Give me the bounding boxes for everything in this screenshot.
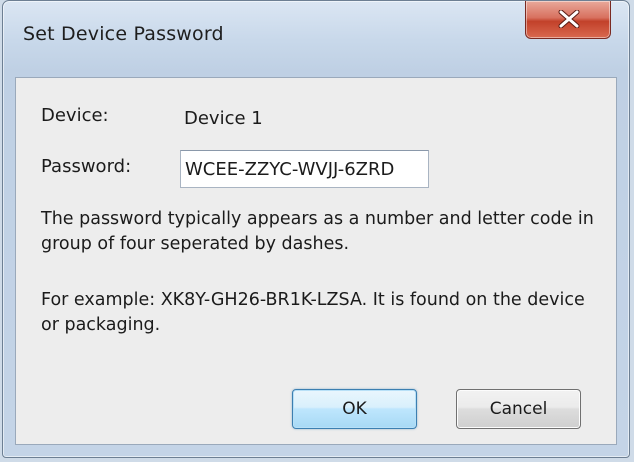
close-button[interactable] (525, 1, 611, 39)
ok-button[interactable]: OK (292, 389, 417, 429)
close-icon (558, 10, 580, 28)
password-input[interactable] (180, 150, 429, 188)
password-label: Password: (41, 156, 132, 177)
cancel-button[interactable]: Cancel (456, 389, 581, 429)
help-text-example: For example: XK8Y-GH26-BR1K-LZSA. It is … (41, 290, 585, 335)
device-label: Device: (41, 105, 109, 126)
dialog-window: Set Device Password Device: Device 1 Pas… (2, 0, 630, 458)
title-bar[interactable]: Set Device Password (3, 1, 629, 75)
dialog-body: Device: Device 1 Password: The password … (15, 77, 617, 445)
window-title: Set Device Password (23, 23, 224, 45)
help-text-format: The password typically appears as a numb… (41, 209, 594, 254)
device-value: Device 1 (184, 108, 263, 129)
